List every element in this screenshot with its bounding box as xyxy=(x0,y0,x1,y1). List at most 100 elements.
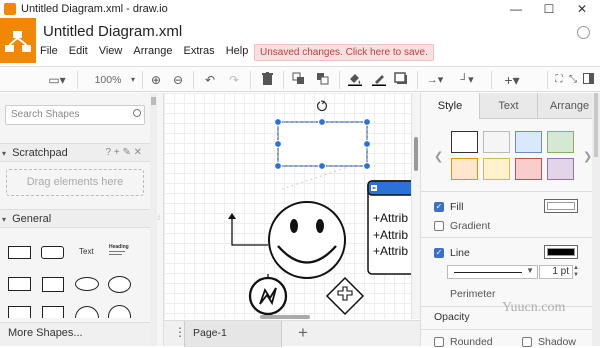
to-front-icon[interactable] xyxy=(290,72,306,88)
perimeter-label: Perimeter xyxy=(450,288,496,300)
maximize-button[interactable]: ☐ xyxy=(534,1,564,17)
rectangle-shape-2[interactable] xyxy=(8,277,31,291)
scratchpad-dropzone[interactable]: Drag elements here xyxy=(6,169,144,196)
undo-icon[interactable]: ↶ xyxy=(202,72,218,88)
fill-color-icon[interactable] xyxy=(347,72,363,88)
circle-shape[interactable] xyxy=(108,276,131,293)
to-back-icon[interactable] xyxy=(314,72,330,88)
fill-color-button[interactable] xyxy=(544,199,578,213)
partial-shape[interactable] xyxy=(42,306,64,318)
menu-file[interactable]: File xyxy=(40,45,58,61)
line-style-select[interactable]: ▼ xyxy=(447,265,538,279)
text-shape[interactable]: Text xyxy=(79,247,94,256)
insert-icon[interactable]: +▾ xyxy=(501,72,523,88)
gradient-checkbox[interactable] xyxy=(434,221,444,231)
error-event-shape[interactable] xyxy=(248,276,288,316)
line-color-icon[interactable] xyxy=(371,72,387,88)
sidebar-scrollbar[interactable] xyxy=(150,93,157,346)
fill-label: Fill xyxy=(450,201,464,213)
style-swatch[interactable] xyxy=(451,131,478,153)
redo-icon[interactable]: ↷ xyxy=(226,72,242,88)
swatches-next-icon[interactable]: ❯ xyxy=(583,150,592,163)
sidebar-splitter[interactable]: ⁞ xyxy=(157,93,164,346)
scratchpad-header[interactable]: ▾ Scratchpad ? + ✎ ✕ xyxy=(0,143,150,162)
zoom-dropdown-icon[interactable]: ▾ xyxy=(128,72,138,88)
style-swatch[interactable] xyxy=(451,158,478,180)
rectangle-shape[interactable] xyxy=(8,246,31,259)
menu-arrange[interactable]: Arrange xyxy=(133,45,172,61)
connection-icon[interactable]: →▾ xyxy=(424,72,446,88)
rounded-rectangle-shape[interactable] xyxy=(41,246,64,259)
connector-edge[interactable] xyxy=(231,215,268,246)
tab-text[interactable]: Text xyxy=(479,93,537,119)
shadow-icon[interactable] xyxy=(393,72,409,88)
delete-icon[interactable] xyxy=(259,72,275,88)
fill-checkbox[interactable]: ✓ xyxy=(434,202,444,212)
fullscreen-icon[interactable]: ⛶ xyxy=(553,72,565,88)
tab-style[interactable]: Style xyxy=(421,93,479,119)
style-swatch[interactable] xyxy=(483,131,510,153)
waypoints-icon[interactable]: ┘▾ xyxy=(456,72,478,88)
collapse-triangle-icon: ▾ xyxy=(2,149,7,158)
line-width-spinner-icon[interactable]: ▲ ▼ xyxy=(573,265,580,279)
ellipse-shape[interactable] xyxy=(75,277,99,291)
collapse-icon[interactable]: ⤡ xyxy=(567,72,579,88)
menu-view[interactable]: View xyxy=(99,45,123,61)
window-title: Untitled Diagram.xml - draw.io xyxy=(21,3,168,15)
format-panel-scrollbar[interactable] xyxy=(592,93,600,346)
document-title[interactable]: Untitled Diagram.xml xyxy=(43,23,182,40)
partial-shape[interactable] xyxy=(108,305,131,318)
zoom-out-icon[interactable]: ⊖ xyxy=(170,72,186,88)
tab-arrange[interactable]: Arrange xyxy=(537,93,600,119)
line-checkbox[interactable]: ✓ xyxy=(434,248,444,258)
menu-help[interactable]: Help xyxy=(226,45,249,61)
app-icon xyxy=(4,3,16,15)
arrowhead-icon xyxy=(228,213,236,219)
textbox-shape-line xyxy=(109,251,125,252)
style-swatch[interactable] xyxy=(515,131,542,153)
line-width-input[interactable]: 1 pt xyxy=(539,265,573,279)
minimize-button[interactable]: — xyxy=(501,1,531,17)
partial-shape[interactable] xyxy=(75,306,99,318)
selected-rectangle[interactable] xyxy=(277,121,368,167)
menu-edit[interactable]: Edit xyxy=(69,45,88,61)
style-swatch[interactable] xyxy=(547,158,574,180)
unsaved-changes-notice[interactable]: Unsaved changes. Click here to save. xyxy=(254,44,434,61)
menu-extras[interactable]: Extras xyxy=(184,45,215,61)
class-attributes: +Attrib +Attrib +Attrib xyxy=(373,210,408,260)
zoom-level[interactable]: 100% xyxy=(88,72,128,88)
close-button[interactable]: ✕ xyxy=(567,1,597,17)
diagram-canvas[interactable]: +Attrib +Attrib +Attrib xyxy=(164,93,411,319)
page-tab[interactable]: Page-1 xyxy=(184,321,282,347)
view-icon[interactable]: ▭▾ xyxy=(44,72,70,88)
style-swatch[interactable] xyxy=(547,131,574,153)
general-title: General xyxy=(12,213,52,225)
class-attribute[interactable]: +Attrib xyxy=(373,210,408,227)
gateway-shape[interactable] xyxy=(325,276,365,316)
line-label: Line xyxy=(450,247,470,259)
general-header[interactable]: ▾ General xyxy=(0,209,150,228)
more-shapes-button[interactable]: More Shapes... xyxy=(0,322,150,346)
rotate-handle-icon[interactable] xyxy=(316,99,328,112)
line-color-button[interactable] xyxy=(544,245,578,259)
search-shapes-input[interactable]: Search Shapes xyxy=(5,105,145,125)
add-page-icon[interactable]: + xyxy=(298,323,308,343)
scratchpad-tools[interactable]: ? + ✎ ✕ xyxy=(106,147,143,158)
style-swatch[interactable] xyxy=(515,158,542,180)
square-shape[interactable] xyxy=(42,277,64,292)
format-panel-icon[interactable] xyxy=(582,72,594,88)
opacity-label: Opacity xyxy=(434,311,470,323)
style-swatch[interactable] xyxy=(483,158,510,180)
canvas-vertical-scrollbar[interactable] xyxy=(411,93,420,319)
textbox-shape-line xyxy=(109,254,122,255)
class-attribute[interactable]: +Attrib xyxy=(373,227,408,244)
zoom-in-icon[interactable]: ⊕ xyxy=(148,72,164,88)
smiley-shape[interactable] xyxy=(268,201,346,279)
class-attribute[interactable]: +Attrib xyxy=(373,243,408,260)
shadow-label: Shadow xyxy=(538,336,576,348)
search-icon[interactable] xyxy=(133,109,141,117)
textbox-shape[interactable]: Heading xyxy=(109,244,129,250)
partial-shape[interactable] xyxy=(8,306,31,318)
swatches-prev-icon[interactable]: ❮ xyxy=(434,150,443,163)
language-globe-icon[interactable] xyxy=(577,26,590,39)
